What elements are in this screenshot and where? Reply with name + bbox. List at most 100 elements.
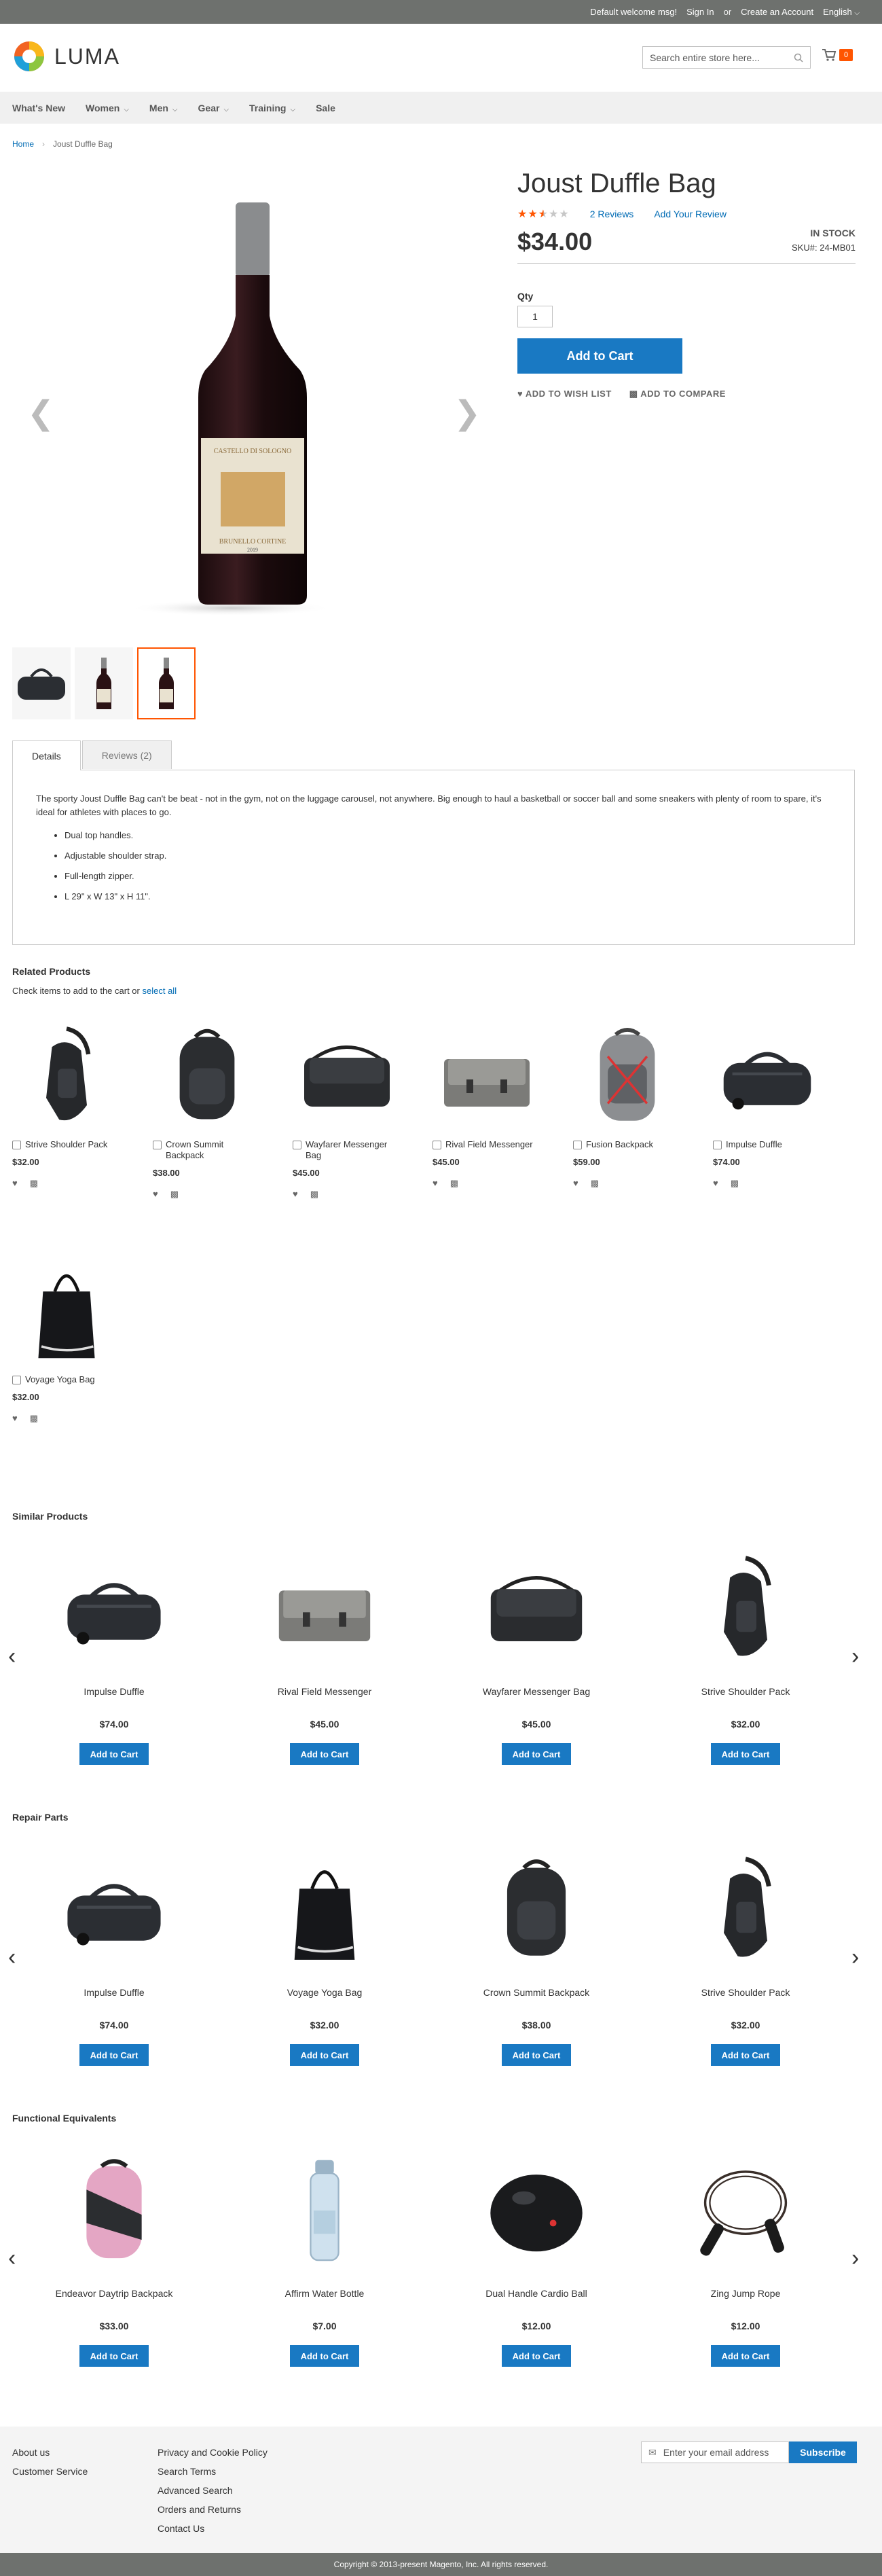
add-to-compare-button[interactable]: ▩ ADD TO COMPARE [629, 389, 726, 399]
product-image[interactable] [39, 2147, 189, 2276]
add-to-cart-button[interactable]: Add to Cart [711, 2345, 780, 2367]
add-to-cart-checkbox[interactable] [12, 1141, 21, 1149]
product-name[interactable]: Fusion Backpack [586, 1139, 653, 1150]
heart-icon[interactable]: ♥ [433, 1178, 438, 1189]
heart-icon[interactable]: ♥ [153, 1189, 158, 1200]
footer-link[interactable]: About us [12, 2443, 88, 2462]
product-name[interactable]: Rival Field Messenger [445, 1139, 533, 1150]
product-image[interactable] [462, 1545, 611, 1674]
footer-link[interactable]: Customer Service [12, 2462, 88, 2481]
footer-link[interactable]: Advanced Search [158, 2481, 268, 2500]
product-image[interactable] [250, 1846, 399, 1975]
carousel-prev-arrow[interactable]: ‹ [8, 1944, 16, 1971]
add-to-cart-button[interactable]: Add to Cart [711, 1743, 780, 1765]
footer-link[interactable]: Search Terms [158, 2462, 268, 2481]
product-image[interactable] [462, 2147, 611, 2276]
gallery-next-arrow[interactable]: ❯ [454, 394, 481, 432]
add-to-cart-checkbox[interactable] [153, 1141, 162, 1149]
product-name[interactable]: Strive Shoulder Pack [25, 1139, 107, 1150]
gallery-prev-arrow[interactable]: ❮ [27, 394, 54, 432]
nav-item-women[interactable]: Women ⌵ [86, 103, 129, 113]
search-icon[interactable] [794, 53, 803, 62]
product-image[interactable] [153, 1022, 261, 1131]
compare-icon[interactable]: ▩ [450, 1178, 458, 1189]
nav-item-what-s-new[interactable]: What's New [12, 103, 65, 113]
footer-link[interactable]: Privacy and Cookie Policy [158, 2443, 268, 2462]
qty-input[interactable]: 1 [517, 306, 553, 327]
carousel-prev-arrow[interactable]: ‹ [8, 1643, 16, 1670]
create-account-link[interactable]: Create an Account [741, 7, 813, 17]
add-to-cart-button[interactable]: Add to Cart [517, 338, 682, 374]
product-image[interactable] [462, 1846, 611, 1975]
sign-in-link[interactable]: Sign In [686, 7, 714, 17]
logo[interactable]: LUMA [12, 39, 120, 73]
add-to-cart-button[interactable]: Add to Cart [290, 2044, 359, 2066]
select-all-link[interactable]: select all [143, 986, 177, 996]
reviews-link[interactable]: 2 Reviews [590, 209, 634, 219]
breadcrumb-home[interactable]: Home [12, 139, 34, 149]
add-to-cart-checkbox[interactable] [12, 1376, 21, 1384]
search-input[interactable]: Search entire store here... [642, 46, 811, 69]
product-name[interactable]: Impulse Duffle [39, 1686, 189, 1697]
product-name[interactable]: Strive Shoulder Pack [671, 1686, 820, 1697]
carousel-next-arrow[interactable]: › [851, 1643, 859, 1670]
product-image[interactable] [250, 1545, 399, 1674]
compare-icon[interactable]: ▩ [30, 1413, 38, 1424]
add-to-cart-button[interactable]: Add to Cart [290, 1743, 359, 1765]
thumbnail-bottle-2[interactable] [137, 647, 196, 719]
language-switcher[interactable]: English ⌵ [823, 7, 860, 17]
product-name[interactable]: Endeavor Daytrip Backpack [39, 2288, 189, 2299]
product-image[interactable] [39, 1545, 189, 1674]
compare-icon[interactable]: ▩ [731, 1178, 739, 1189]
add-to-cart-checkbox[interactable] [713, 1141, 722, 1149]
nav-item-sale[interactable]: Sale [316, 103, 335, 113]
footer-link[interactable]: Orders and Returns [158, 2500, 268, 2519]
add-to-cart-button[interactable]: Add to Cart [502, 1743, 571, 1765]
product-image[interactable] [12, 1257, 121, 1366]
heart-icon[interactable]: ♥ [12, 1413, 18, 1424]
add-to-cart-checkbox[interactable] [573, 1141, 582, 1149]
thumbnail-bottle-1[interactable] [75, 647, 133, 719]
add-review-link[interactable]: Add Your Review [654, 209, 727, 219]
product-name[interactable]: Impulse Duffle [39, 1987, 189, 1998]
minicart[interactable]: 0 [822, 48, 853, 62]
heart-icon[interactable]: ♥ [713, 1178, 718, 1189]
product-image[interactable] [250, 2147, 399, 2276]
product-image[interactable] [573, 1022, 682, 1131]
add-to-cart-button[interactable]: Add to Cart [79, 2044, 149, 2066]
product-image[interactable] [671, 2147, 820, 2276]
add-to-cart-checkbox[interactable] [293, 1141, 301, 1149]
product-name[interactable]: Wayfarer Messenger Bag [462, 1686, 611, 1697]
compare-icon[interactable]: ▩ [170, 1189, 179, 1200]
add-to-cart-button[interactable]: Add to Cart [290, 2345, 359, 2367]
product-name[interactable]: Crown Summit Backpack [166, 1139, 261, 1161]
carousel-next-arrow[interactable]: › [851, 1944, 859, 1971]
heart-icon[interactable]: ♥ [12, 1178, 18, 1189]
tab-reviews[interactable]: Reviews (2) [81, 740, 172, 769]
carousel-next-arrow[interactable]: › [851, 2245, 859, 2272]
nav-item-training[interactable]: Training ⌵ [249, 103, 295, 113]
product-name[interactable]: Crown Summit Backpack [462, 1987, 611, 1998]
footer-link[interactable]: Contact Us [158, 2519, 268, 2538]
product-name[interactable]: Impulse Duffle [726, 1139, 782, 1150]
nav-item-gear[interactable]: Gear ⌵ [198, 103, 229, 113]
compare-icon[interactable]: ▩ [591, 1178, 599, 1189]
compare-icon[interactable]: ▩ [30, 1178, 38, 1189]
product-name[interactable]: Rival Field Messenger [250, 1686, 399, 1697]
product-name[interactable]: Dual Handle Cardio Ball [462, 2288, 611, 2299]
product-image[interactable] [671, 1846, 820, 1975]
product-name[interactable]: Wayfarer Messenger Bag [306, 1139, 401, 1161]
heart-icon[interactable]: ♥ [573, 1178, 578, 1189]
newsletter-email-input[interactable]: ✉ Enter your email address [641, 2441, 789, 2463]
product-image[interactable] [293, 1022, 401, 1131]
nav-item-men[interactable]: Men ⌵ [149, 103, 178, 113]
product-name[interactable]: Strive Shoulder Pack [671, 1987, 820, 1998]
add-to-cart-button[interactable]: Add to Cart [502, 2345, 571, 2367]
product-name[interactable]: Voyage Yoga Bag [250, 1987, 399, 1998]
product-image[interactable] [12, 1022, 121, 1131]
product-image[interactable] [433, 1022, 541, 1131]
add-to-cart-button[interactable]: Add to Cart [711, 2044, 780, 2066]
tab-details[interactable]: Details [12, 740, 81, 770]
add-to-cart-checkbox[interactable] [433, 1141, 441, 1149]
heart-icon[interactable]: ♥ [293, 1189, 298, 1200]
